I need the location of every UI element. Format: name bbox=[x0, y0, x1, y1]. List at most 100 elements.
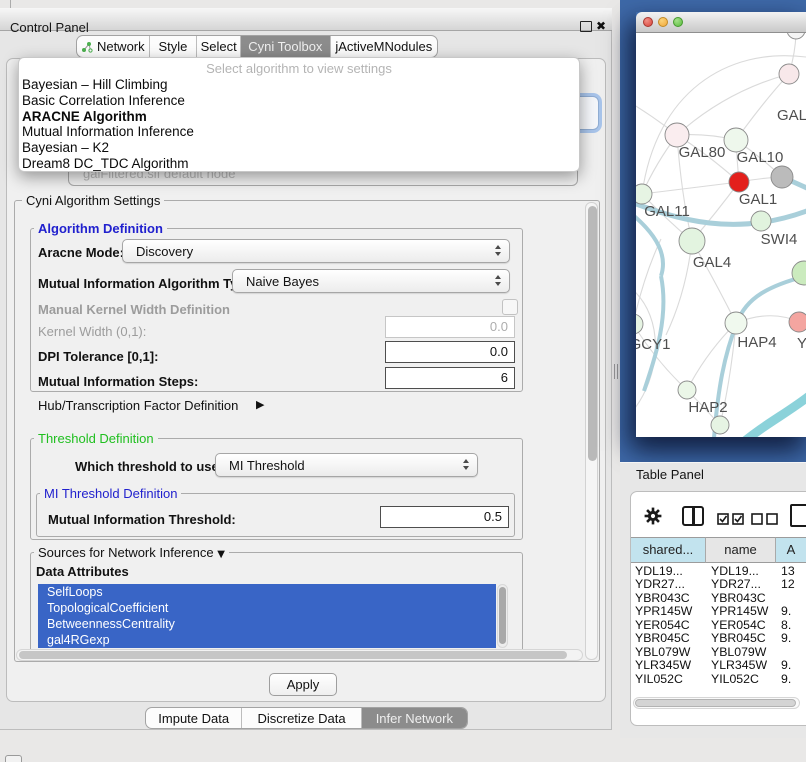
network-node[interactable] bbox=[679, 228, 705, 254]
tab-network[interactable]: Network bbox=[77, 36, 149, 57]
hub-definition-label[interactable]: Hub/Transcription Factor Definition bbox=[38, 398, 238, 413]
manual-kernel-checkbox[interactable] bbox=[502, 299, 518, 315]
float-window-icon[interactable] bbox=[580, 21, 592, 32]
table-cell[interactable]: YER054C bbox=[711, 619, 766, 632]
apply-button[interactable]: Apply bbox=[269, 673, 337, 696]
algorithm-option[interactable]: Basic Correlation Inference bbox=[19, 93, 579, 109]
mi-type-combobox[interactable]: Naive Bayes bbox=[232, 269, 510, 293]
tab-select[interactable]: Select bbox=[196, 36, 240, 57]
settings-horizontal-scrollbar[interactable] bbox=[16, 649, 583, 661]
network-node[interactable] bbox=[725, 312, 747, 334]
kernel-width-field[interactable]: 0.0 bbox=[385, 316, 515, 338]
algorithm-option[interactable]: Bayesian – K2 bbox=[19, 140, 579, 156]
network-window-titlebar[interactable] bbox=[636, 12, 806, 33]
network-node[interactable] bbox=[729, 172, 749, 192]
table-row[interactable]: YLR345WYLR345W9. bbox=[631, 659, 806, 672]
table-cell[interactable]: YDR27... bbox=[635, 578, 685, 591]
table-cell[interactable]: 8. bbox=[781, 619, 791, 632]
expand-arrow-icon[interactable]: ▶ bbox=[256, 398, 264, 411]
table-cell[interactable]: YIL052C bbox=[711, 673, 759, 686]
table-row[interactable]: YIL052C YIL052C 9. bbox=[631, 673, 806, 686]
data-attribute-item[interactable]: TopologicalCoefficient bbox=[38, 600, 496, 616]
which-threshold-combobox[interactable]: MI Threshold bbox=[215, 453, 478, 477]
table-cell[interactable]: 9. bbox=[781, 659, 791, 672]
table-row[interactable]: YPR145W YPR145W 9. bbox=[631, 605, 806, 618]
minimize-traffic-light-icon[interactable] bbox=[658, 17, 668, 27]
table-cell[interactable]: YBR043C bbox=[711, 592, 766, 605]
split-view-icon[interactable] bbox=[682, 506, 704, 526]
unselect-all-columns-icon[interactable] bbox=[751, 512, 779, 530]
table-cell[interactable]: 9. bbox=[781, 605, 791, 618]
network-node[interactable] bbox=[711, 416, 729, 434]
column-header-shared-name[interactable]: shared... bbox=[631, 537, 706, 563]
network-node[interactable] bbox=[789, 312, 806, 332]
mi-steps-field[interactable]: 6 bbox=[385, 367, 515, 389]
table-cell[interactable]: YPR145W bbox=[635, 605, 692, 618]
tab-discretize-data[interactable]: Discretize Data bbox=[241, 708, 360, 728]
table-row[interactable]: YER054C YER054C 8. bbox=[631, 619, 806, 632]
table-cell[interactable]: YER054C bbox=[635, 619, 690, 632]
table-settings-gear-icon[interactable] bbox=[644, 507, 662, 530]
table-cell[interactable]: YIL052C bbox=[635, 673, 683, 686]
table-cell[interactable]: YBL079W bbox=[711, 646, 766, 659]
tab-cyni-toolbox[interactable]: Cyni Toolbox bbox=[240, 36, 330, 57]
network-canvas[interactable]: GALGAL80GAL10GAL1GAL11SWI4GAL4HAP4YGCY1H… bbox=[636, 33, 806, 437]
aracne-mode-combobox[interactable]: Discovery bbox=[122, 239, 510, 263]
algorithm-option[interactable]: Dream8 DC_TDC Algorithm bbox=[19, 156, 579, 172]
table-cell[interactable]: YBR045C bbox=[711, 632, 766, 645]
table-cell[interactable]: YDL19... bbox=[711, 565, 759, 578]
tab-style[interactable]: Style bbox=[149, 36, 197, 57]
control-panel-titlebar[interactable]: Control Panel ✖ bbox=[0, 8, 612, 31]
table-row[interactable]: YBL079WYBL079W bbox=[631, 646, 806, 659]
algorithm-option[interactable]: Bayesian – Hill Climbing bbox=[19, 77, 579, 93]
data-attribute-item[interactable]: BetweennessCentrality bbox=[38, 616, 496, 632]
table-cell[interactable]: 12 bbox=[781, 578, 795, 591]
attributes-scrollbar[interactable] bbox=[497, 584, 508, 648]
network-view-window[interactable]: GALGAL80GAL10GAL1GAL11SWI4GAL4HAP4YGCY1H… bbox=[636, 12, 806, 437]
close-window-icon[interactable]: ✖ bbox=[596, 19, 606, 33]
table-horizontal-scrollbar-thumb[interactable] bbox=[635, 699, 796, 707]
attributes-scrollbar-thumb[interactable] bbox=[499, 587, 506, 644]
network-node[interactable] bbox=[787, 33, 805, 39]
data-attributes-list[interactable]: SelfLoopsTopologicalCoefficientBetweenne… bbox=[38, 584, 496, 648]
panel-splitter-grip[interactable] bbox=[612, 364, 619, 379]
network-node[interactable] bbox=[771, 166, 793, 188]
table-row[interactable]: YBR045C YBR045C 9. bbox=[631, 632, 806, 645]
table-cell[interactable]: YPR145W bbox=[711, 605, 768, 618]
table-cell[interactable]: YDR27... bbox=[711, 578, 761, 591]
table-cell[interactable]: YBR043C bbox=[635, 592, 690, 605]
algorithm-option[interactable]: Mutual Information Inference bbox=[19, 124, 579, 140]
algorithm-option[interactable]: ARACNE Algorithm bbox=[19, 109, 579, 125]
network-node[interactable] bbox=[636, 314, 643, 334]
tab-infer-network[interactable]: Infer Network bbox=[361, 708, 467, 728]
table-cell[interactable]: 9. bbox=[781, 632, 791, 645]
column-header-partial[interactable]: A bbox=[776, 537, 806, 563]
column-header-name[interactable]: name bbox=[706, 537, 776, 563]
data-attribute-item[interactable]: SelfLoops bbox=[38, 584, 496, 600]
table-cell[interactable]: YLR345W bbox=[635, 659, 691, 672]
sources-title[interactable]: Sources for Network Inference ▼ bbox=[34, 545, 229, 560]
document-icon[interactable] bbox=[790, 504, 806, 527]
network-node[interactable] bbox=[751, 211, 771, 231]
zoom-traffic-light-icon[interactable] bbox=[673, 17, 683, 27]
tab-jactivemnodules[interactable]: jActiveMNodules bbox=[330, 36, 437, 57]
data-attribute-item[interactable]: gal4RGexp bbox=[38, 632, 496, 648]
table-horizontal-scrollbar[interactable] bbox=[633, 697, 800, 709]
close-traffic-light-icon[interactable] bbox=[643, 17, 653, 27]
table-cell[interactable]: YBR045C bbox=[635, 632, 690, 645]
table-row[interactable]: YDR27... YDR27... 12 bbox=[631, 578, 806, 591]
table-row[interactable]: YBR043C YBR043C bbox=[631, 592, 806, 605]
table-row[interactable]: YDL19... YDL19... 13 bbox=[631, 565, 806, 578]
select-all-columns-icon[interactable] bbox=[717, 512, 745, 530]
settings-vertical-scrollbar-thumb[interactable] bbox=[588, 206, 597, 461]
network-node[interactable] bbox=[678, 381, 696, 399]
tab-impute-data[interactable]: Impute Data bbox=[146, 708, 241, 728]
table-cell[interactable]: 13 bbox=[781, 565, 795, 578]
settings-vertical-scrollbar[interactable] bbox=[585, 202, 598, 660]
table-cell[interactable]: YDL19... bbox=[635, 565, 683, 578]
network-node[interactable] bbox=[636, 184, 652, 204]
dpi-tolerance-field[interactable]: 0.0 bbox=[385, 341, 515, 363]
mi-threshold-field[interactable]: 0.5 bbox=[380, 506, 509, 528]
table-cell[interactable]: 9. bbox=[781, 673, 791, 686]
settings-horizontal-scrollbar-thumb[interactable] bbox=[19, 651, 567, 659]
